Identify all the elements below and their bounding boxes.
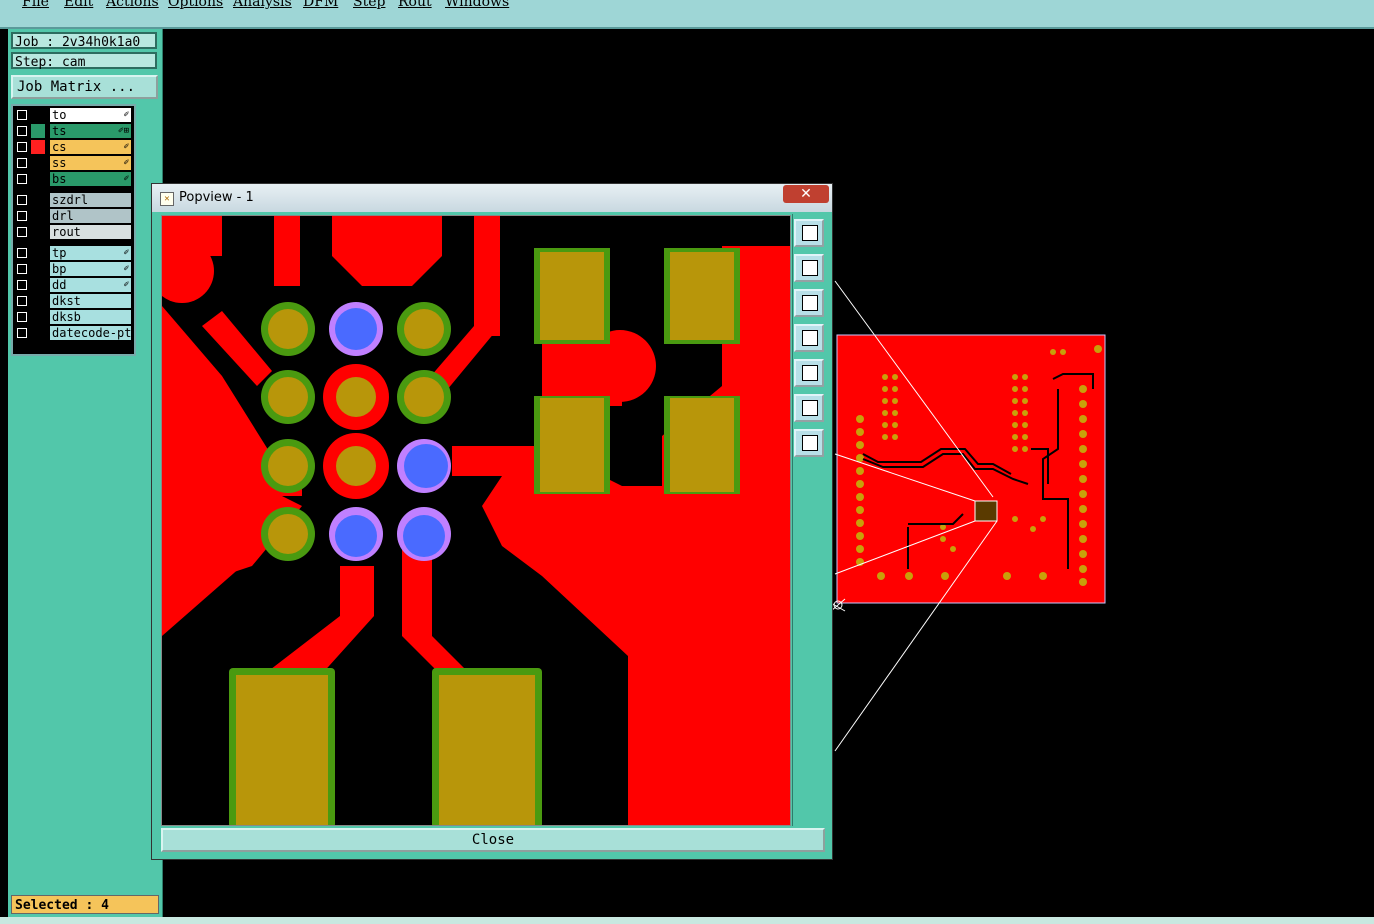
pan-up-icon[interactable] <box>794 254 824 282</box>
layer-row-bp[interactable]: bp ✐ <box>15 262 132 276</box>
layer-checkbox[interactable] <box>17 312 27 322</box>
menu-rout[interactable]: Rout <box>398 0 432 10</box>
layer-color-swatch[interactable] <box>31 156 45 170</box>
edit-icon: ✐ <box>123 158 129 168</box>
menu-windows[interactable]: Windows <box>445 0 509 10</box>
layer-checkbox[interactable] <box>17 126 27 136</box>
menu-analysis[interactable]: Analysis <box>233 0 292 10</box>
popview-canvas[interactable] <box>161 215 791 826</box>
edit-icon: ✐ <box>123 264 129 274</box>
layer-row-dksb[interactable]: dksb <box>15 310 132 324</box>
menu-options[interactable]: Options <box>168 0 223 10</box>
popview-toolbar <box>792 214 827 826</box>
zoom-in-icon[interactable] <box>794 394 824 422</box>
layer-checkbox[interactable] <box>17 296 27 306</box>
layer-checkbox[interactable] <box>17 248 27 258</box>
edit-icon: ✐ <box>123 248 129 258</box>
layer-name[interactable]: ss ✐ <box>50 156 131 170</box>
selected-count: Selected : 4 <box>11 895 159 914</box>
menu-actions[interactable]: Actions <box>106 0 159 10</box>
pan-down-icon[interactable] <box>794 289 824 317</box>
edit-icon: ✐ <box>123 110 129 120</box>
layer-checkbox[interactable] <box>17 174 27 184</box>
layer-row-bs[interactable]: bs ✐ <box>15 172 132 186</box>
layer-checkbox[interactable] <box>17 211 27 221</box>
layer-color-swatch[interactable] <box>31 108 45 122</box>
edit-icon: ✐⊞ <box>118 126 129 136</box>
window-icon: ✕ <box>160 192 174 206</box>
layer-color-swatch[interactable] <box>31 294 45 308</box>
zoom-fit-icon[interactable] <box>794 219 824 247</box>
layer-name[interactable]: rout <box>50 225 131 239</box>
close-button[interactable]: Close <box>161 828 825 852</box>
menu-step[interactable]: Step <box>353 0 385 10</box>
layer-checkbox[interactable] <box>17 142 27 152</box>
layer-row-cs[interactable]: cs ✐ <box>15 140 132 154</box>
layer-name[interactable]: cs ✐ <box>50 140 131 154</box>
layer-name[interactable]: dkst <box>50 294 131 308</box>
layer-color-swatch[interactable] <box>31 193 45 207</box>
layer-row-datecode-pt[interactable]: datecode-pt <box>15 326 132 340</box>
layer-row-to[interactable]: to ✐ <box>15 108 132 122</box>
layer-color-swatch[interactable] <box>31 262 45 276</box>
layer-color-swatch[interactable] <box>31 140 45 154</box>
layer-list: to ✐ ts ✐⊞ cs ✐ ss ✐ bs ✐ szdrl drl rout tp ✐ bp ✐ dd ✐ dks… <box>11 104 136 356</box>
layer-color-swatch[interactable] <box>31 225 45 239</box>
layer-color-swatch[interactable] <box>31 278 45 292</box>
popview-title: Popview - 1 <box>179 190 254 205</box>
layer-name[interactable]: szdrl <box>50 193 131 207</box>
layer-checkbox[interactable] <box>17 328 27 338</box>
job-name: Job : 2v34h0k1a0 <box>11 32 157 50</box>
layer-color-swatch[interactable] <box>31 310 45 324</box>
zoom-out-icon[interactable] <box>794 429 824 457</box>
layer-row-tp[interactable]: tp ✐ <box>15 246 132 260</box>
layer-name[interactable]: ts ✐⊞ <box>50 124 131 138</box>
layer-name[interactable]: bs ✐ <box>50 172 131 186</box>
layer-checkbox[interactable] <box>17 227 27 237</box>
step-name: Step: cam <box>11 52 157 70</box>
job-matrix-button[interactable]: Job Matrix ... <box>11 75 158 99</box>
layer-checkbox[interactable] <box>17 264 27 274</box>
layer-checkbox[interactable] <box>17 158 27 168</box>
layer-color-swatch[interactable] <box>31 326 45 340</box>
layer-color-swatch[interactable] <box>31 246 45 260</box>
edit-icon: ✐ <box>123 142 129 152</box>
menu-dfm[interactable]: DFM <box>303 0 338 10</box>
layer-checkbox[interactable] <box>17 280 27 290</box>
layer-checkbox[interactable] <box>17 110 27 120</box>
edit-icon: ✐ <box>123 280 129 290</box>
layer-row-drl[interactable]: drl <box>15 209 132 223</box>
layer-row-dkst[interactable]: dkst <box>15 294 132 308</box>
layer-name[interactable]: bp ✐ <box>50 262 131 276</box>
layer-checkbox[interactable] <box>17 195 27 205</box>
left-panel: Job : 2v34h0k1a0 Step: cam Job Matrix ..… <box>8 29 163 924</box>
layer-row-rout[interactable]: rout <box>15 225 132 239</box>
layer-row-dd[interactable]: dd ✐ <box>15 278 132 292</box>
layer-color-swatch[interactable] <box>31 172 45 186</box>
layer-name[interactable]: datecode-pt <box>50 326 131 340</box>
layer-name[interactable]: to ✐ <box>50 108 131 122</box>
board-overview <box>836 334 1106 604</box>
close-icon[interactable]: ✕ <box>783 185 829 203</box>
layer-name[interactable]: dksb <box>50 310 131 324</box>
crosshair-icon <box>830 598 846 612</box>
pan-right-icon[interactable] <box>794 359 824 387</box>
pan-left-icon[interactable] <box>794 324 824 352</box>
layer-row-ss[interactable]: ss ✐ <box>15 156 132 170</box>
layer-name[interactable]: dd ✐ <box>50 278 131 292</box>
menu-edit[interactable]: Edit <box>64 0 93 10</box>
popview-window: ✕ Popview - 1 ✕ Close <box>151 183 833 860</box>
layer-name[interactable]: drl <box>50 209 131 223</box>
layer-name[interactable]: tp ✐ <box>50 246 131 260</box>
menu-bar: File Edit Actions Options Analysis DFM S… <box>0 0 1374 29</box>
popview-titlebar[interactable]: ✕ Popview - 1 ✕ <box>152 184 832 212</box>
menu-file[interactable]: File <box>22 0 49 10</box>
status-bar <box>0 917 1374 924</box>
layer-row-szdrl[interactable]: szdrl <box>15 193 132 207</box>
layer-color-swatch[interactable] <box>31 209 45 223</box>
layer-row-ts[interactable]: ts ✐⊞ <box>15 124 132 138</box>
layer-color-swatch[interactable] <box>31 124 45 138</box>
edit-icon: ✐ <box>123 174 129 184</box>
